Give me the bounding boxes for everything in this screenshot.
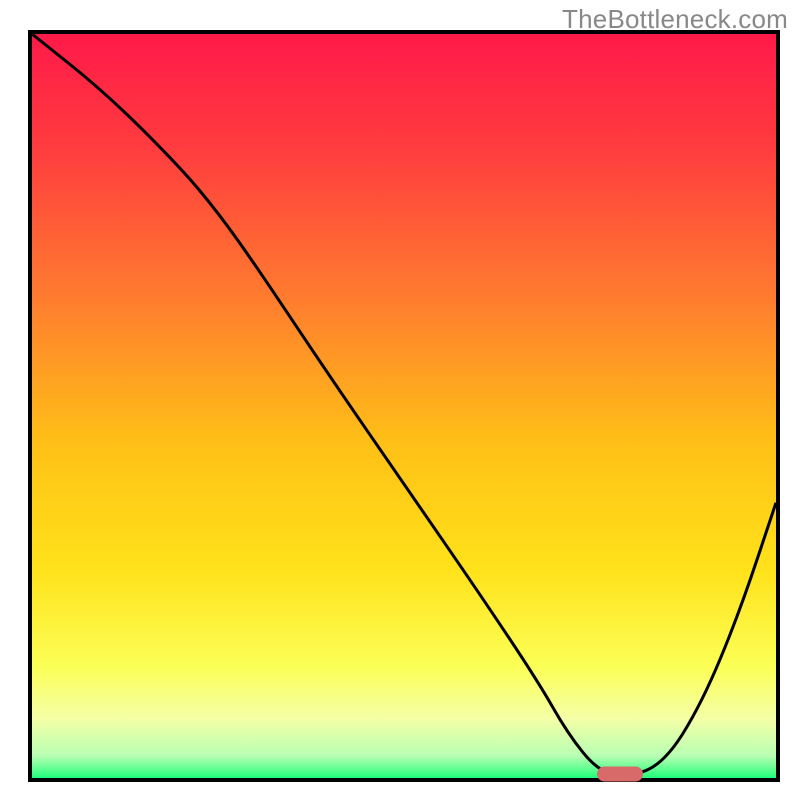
background-gradient bbox=[32, 34, 776, 778]
plot-frame bbox=[28, 30, 780, 782]
chart-root: TheBottleneck.com bbox=[0, 0, 800, 800]
optimal-marker bbox=[597, 767, 643, 782]
